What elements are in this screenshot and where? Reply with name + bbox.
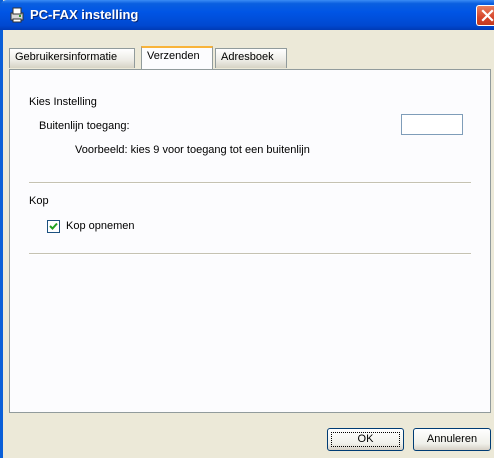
close-icon bbox=[481, 9, 494, 22]
window-title: PC-FAX instelling bbox=[30, 7, 139, 22]
include-header-label[interactable]: Kop opnemen bbox=[66, 220, 135, 232]
title-bar[interactable]: PC-FAX instelling bbox=[0, 0, 494, 30]
tab-strip: Gebruikersinformatie Verzenden Adresboek bbox=[9, 46, 489, 70]
outside-line-label: Buitenlijn toegang: bbox=[39, 120, 130, 132]
pc-fax-settings-dialog: PC-FAX instelling Gebruikersinformatie V… bbox=[0, 0, 494, 458]
fax-printer-icon bbox=[8, 6, 26, 24]
tab-verzenden[interactable]: Verzenden bbox=[141, 46, 213, 69]
close-button[interactable] bbox=[476, 5, 494, 26]
outside-line-hint: Voorbeeld: kies 9 voor toegang tot een b… bbox=[75, 144, 310, 156]
ok-button[interactable]: OK bbox=[327, 428, 404, 451]
header-group-title: Kop bbox=[29, 195, 49, 207]
group-separator bbox=[29, 253, 471, 255]
checkmark-icon bbox=[49, 222, 58, 230]
cancel-button[interactable]: Annuleren bbox=[413, 428, 491, 451]
include-header-checkbox[interactable] bbox=[47, 220, 60, 233]
group-separator bbox=[29, 182, 471, 184]
dial-settings-group-title: Kies Instelling bbox=[29, 96, 97, 108]
tab-adresboek[interactable]: Adresboek bbox=[215, 48, 287, 68]
outside-line-input[interactable] bbox=[401, 114, 463, 135]
focus-rectangle bbox=[331, 432, 400, 447]
tab-gebruikersinformatie[interactable]: Gebruikersinformatie bbox=[9, 48, 135, 68]
